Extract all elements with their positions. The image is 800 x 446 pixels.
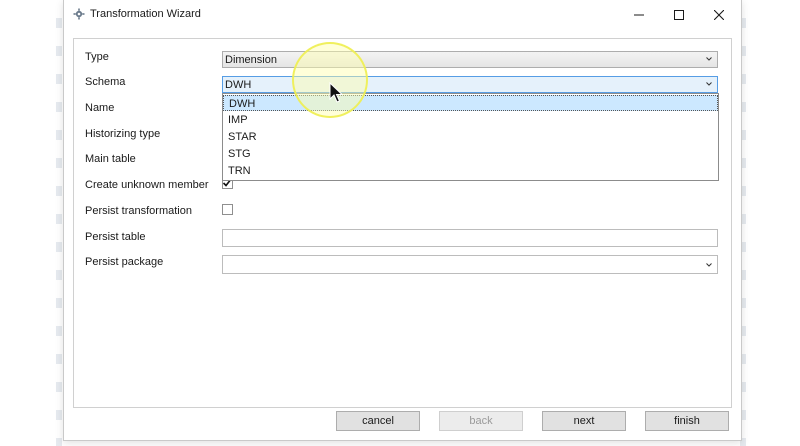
cancel-button[interactable]: cancel <box>336 411 420 431</box>
app-gear-icon <box>73 8 85 20</box>
chevron-down-icon <box>706 82 712 86</box>
schema-value: DWH <box>225 79 252 91</box>
option-label: STAR <box>228 131 257 143</box>
type-label: Type <box>85 51 109 63</box>
close-button[interactable] <box>699 0 739 30</box>
finish-button[interactable]: finish <box>645 411 729 431</box>
form-panel: Type Dimension Schema DWH Name Historizi… <box>73 38 732 408</box>
persist-table-input[interactable] <box>222 229 718 247</box>
chevron-down-icon <box>706 263 712 267</box>
name-label: Name <box>85 102 115 114</box>
historizing-type-label: Historizing type <box>85 128 161 140</box>
schema-option-star[interactable]: STAR <box>223 129 718 145</box>
schema-dropdown-list: DWH IMP STAR STG TRN <box>222 93 719 181</box>
persist-table-label: Persist table <box>85 231 146 243</box>
maximize-button[interactable] <box>659 0 699 30</box>
main-table-label: Main table <box>85 153 136 165</box>
back-button[interactable]: back <box>439 411 523 431</box>
option-label: DWH <box>229 98 256 110</box>
option-label: TRN <box>228 165 251 177</box>
schema-option-stg[interactable]: STG <box>223 146 718 162</box>
persist-package-combobox[interactable] <box>222 255 718 274</box>
chevron-down-icon <box>706 57 712 61</box>
create-unknown-member-label: Create unknown member <box>85 179 209 191</box>
schema-option-trn[interactable]: TRN <box>223 163 718 179</box>
close-icon <box>714 10 724 20</box>
option-label: STG <box>228 148 251 160</box>
cursor-highlight <box>292 42 368 118</box>
schema-option-imp[interactable]: IMP <box>223 112 718 128</box>
window-title: Transformation Wizard <box>90 8 201 20</box>
schema-label: Schema <box>85 76 126 88</box>
type-value: Dimension <box>225 54 277 66</box>
next-button[interactable]: next <box>542 411 626 431</box>
maximize-icon <box>674 10 684 20</box>
background-edge-left <box>56 0 62 446</box>
persist-transformation-checkbox[interactable] <box>222 204 233 215</box>
minimize-button[interactable] <box>619 0 659 30</box>
title-bar[interactable]: Transformation Wizard <box>64 0 741 30</box>
option-label: IMP <box>228 114 248 126</box>
mouse-pointer-icon <box>329 82 343 103</box>
wizard-window: Transformation Wizard Type Dimension Sch… <box>63 0 742 441</box>
persist-package-label: Persist package <box>85 256 164 268</box>
persist-transformation-label: Persist transformation <box>85 205 192 217</box>
minimize-icon <box>634 14 644 16</box>
